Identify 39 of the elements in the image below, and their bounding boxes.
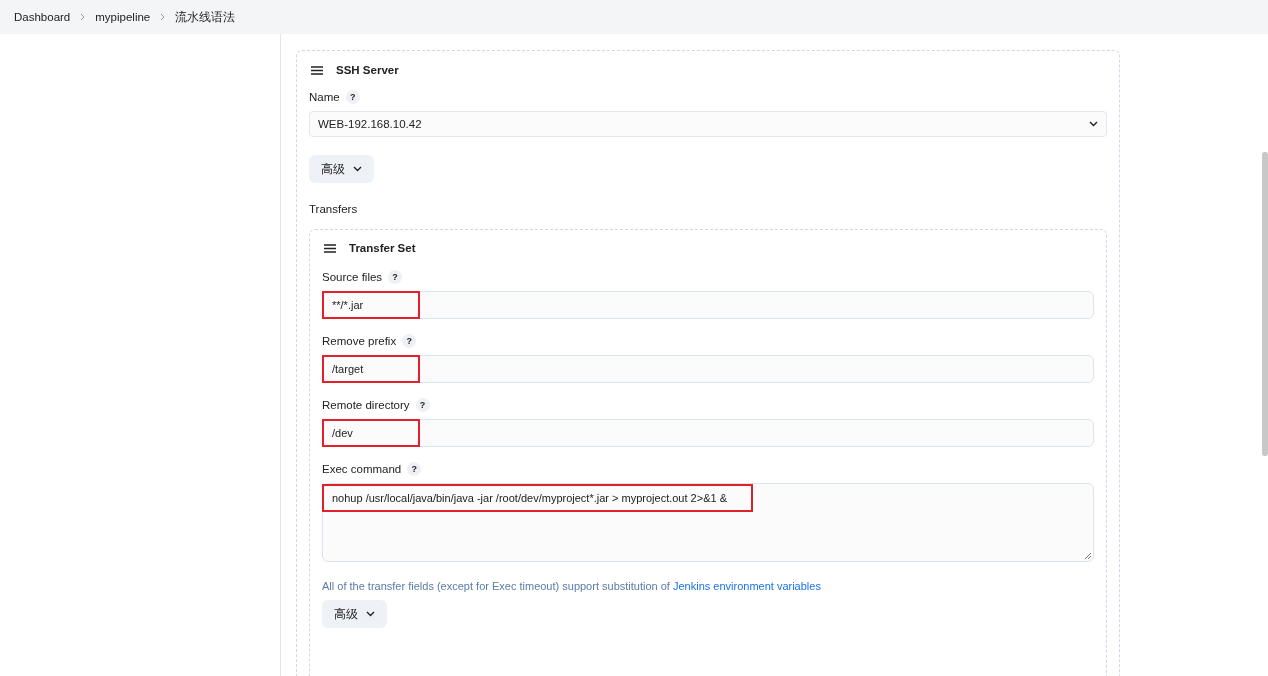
breadcrumb-link[interactable]: 流水线语法 xyxy=(175,9,236,25)
field-label: Exec command xyxy=(322,463,402,475)
help-text: All of the transfer fields (except for Exec timeout) support substitution of Jenkins environment variables xyxy=(322,580,822,592)
help-button[interactable]: ? xyxy=(407,462,422,476)
field-label: Name xyxy=(309,91,340,103)
drag-handle-icon[interactable] xyxy=(311,65,323,75)
chevron-right-icon xyxy=(80,13,86,21)
section-title: SSH Server xyxy=(336,64,399,76)
server-select[interactable]: WEB-192.168.10.42 xyxy=(309,111,1107,137)
jenkins-variables-link[interactable]: Jenkins environment variables xyxy=(672,580,821,592)
field-label: Remove prefix xyxy=(322,335,397,347)
help-button[interactable]: ? xyxy=(345,90,360,104)
highlighted-value: **/*.jar xyxy=(322,291,420,319)
chevron-down-icon xyxy=(1089,121,1098,127)
transfers-label: Transfers xyxy=(309,203,358,215)
chevron-down-icon xyxy=(353,166,362,172)
select-value: WEB-192.168.10.42 xyxy=(318,118,422,130)
text-input[interactable]: **/*.jar xyxy=(322,291,1094,319)
drag-handle-icon[interactable] xyxy=(324,243,336,253)
help-button[interactable]: ? xyxy=(415,398,430,412)
text-input[interactable]: /target xyxy=(322,355,1094,383)
highlighted-value: /dev xyxy=(322,419,420,447)
scrollbar[interactable] xyxy=(1262,152,1268,456)
advanced-button[interactable]: 高级 xyxy=(309,155,374,183)
help-button[interactable]: ? xyxy=(402,334,417,348)
resize-grip-icon[interactable] xyxy=(1085,553,1091,559)
advanced-button[interactable]: 高级 xyxy=(322,600,387,628)
chevron-down-icon xyxy=(366,611,375,617)
highlighted-value: nohup /usr/local/java/bin/java -jar /root/dev/myproject*.jar > myproject.out 2>&1 & xyxy=(322,484,753,512)
field-label: Remote directory xyxy=(322,399,410,411)
command-textarea[interactable]: nohup /usr/local/java/bin/java -jar /root/dev/myproject*.jar > myproject.out 2>&1 & xyxy=(322,483,1094,562)
field-label: Source files xyxy=(322,271,383,283)
breadcrumb-link[interactable]: Dashboard xyxy=(14,11,71,23)
breadcrumb-link[interactable]: mypipeline xyxy=(95,11,151,23)
chevron-right-icon xyxy=(160,13,166,21)
help-button[interactable]: ? xyxy=(388,270,403,284)
text-input[interactable]: /dev xyxy=(322,419,1094,447)
section-title: Transfer Set xyxy=(349,242,416,254)
highlighted-value: /target xyxy=(322,355,420,383)
